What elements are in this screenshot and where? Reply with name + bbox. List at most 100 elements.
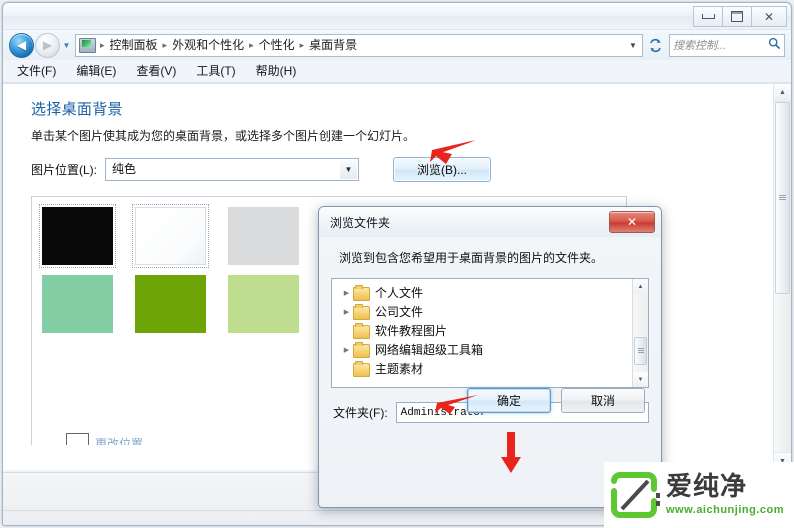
dialog-prompt: 浏览到包含您希望用于桌面背景的图片的文件夹。 <box>339 251 604 265</box>
folder-icon <box>353 360 370 377</box>
page-title: 选择桌面背景 <box>31 101 123 118</box>
search-box[interactable]: 搜索控制... <box>669 33 785 57</box>
folder-icon <box>353 341 370 358</box>
breadcrumb-item-1[interactable]: 外观和个性化 <box>169 36 247 54</box>
tree-item-theme-material[interactable]: ▶ 主题素材 <box>340 360 648 379</box>
tree-item-label: 公司文件 <box>375 305 424 319</box>
chevron-down-icon: ▼ <box>62 40 71 50</box>
dialog-titlebar: 浏览文件夹 ✕ <box>319 207 661 237</box>
select-all-checkbox[interactable] <box>66 433 89 445</box>
tree-item-label: 软件教程图片 <box>375 324 448 338</box>
swatch-olive-green[interactable] <box>135 275 206 333</box>
back-button[interactable]: ◀ <box>9 32 34 58</box>
folder-tree[interactable]: ▶ 个人文件 ▶ 公司文件 ▶ 软件教程图片 <box>331 278 649 388</box>
menu-tools[interactable]: 工具(T) <box>196 60 235 82</box>
breadcrumb-separator: ▸ <box>299 39 305 50</box>
minimize-button[interactable] <box>693 6 723 27</box>
breadcrumb-separator: ▸ <box>162 39 168 50</box>
close-icon: ✕ <box>763 9 775 24</box>
folder-icon <box>353 303 370 320</box>
maximize-button[interactable] <box>723 6 752 27</box>
dialog-body: 浏览到包含您希望用于桌面背景的图片的文件夹。 ▶ 个人文件 ▶ 公司文件 ▶ <box>319 239 661 423</box>
menu-edit[interactable]: 编辑(E) <box>76 60 116 82</box>
cancel-button[interactable]: 取消 <box>561 388 645 413</box>
menu-view[interactable]: 查看(V) <box>136 60 176 82</box>
watermark-brand: 爱纯净 <box>666 472 748 503</box>
watermark-text: 爱纯净 www.aichunjing.com <box>666 472 784 516</box>
dialog-title: 浏览文件夹 <box>330 216 391 230</box>
tree-scroll-down-button[interactable]: ▼ <box>633 372 648 387</box>
scroll-up-button[interactable]: ▲ <box>774 84 791 102</box>
tree-item-personal[interactable]: ▶ 个人文件 <box>340 284 648 303</box>
page-description: 单击某个图片使其成为您的桌面背景，或选择多个图片创建一个幻灯片。 <box>31 129 416 143</box>
watermark-logo-icon <box>608 471 660 519</box>
dialog-buttons: 确定 取消 <box>319 388 661 413</box>
navigation-bar: ◀ ▶ ▼ ▸ 控制面板 ▸ 外观和个性化 ▸ 个性化 ▸ 桌面背景 ▼ 搜索控… <box>3 30 791 60</box>
swatch-pale-green[interactable] <box>228 275 299 333</box>
control-panel-icon <box>79 37 96 53</box>
close-icon: ✕ <box>626 215 638 229</box>
close-button[interactable]: ✕ <box>752 6 787 27</box>
breadcrumb-item-3[interactable]: 桌面背景 <box>306 36 360 54</box>
browse-button[interactable]: 浏览(B)... <box>393 157 492 182</box>
search-icon <box>768 37 781 53</box>
menu-help[interactable]: 帮助(H) <box>256 60 297 82</box>
breadcrumb-item-0[interactable]: 控制面板 <box>107 36 161 54</box>
breadcrumb-item-2[interactable]: 个性化 <box>256 36 298 54</box>
minimize-icon <box>701 14 715 19</box>
history-dropdown-button[interactable]: ▼ <box>60 34 73 56</box>
change-location-link[interactable]: 更改位置 <box>95 435 143 446</box>
tree-item-label: 网络编辑超级工具箱 <box>375 343 484 357</box>
tree-scrollbar[interactable]: ▲ ▼ <box>632 279 648 387</box>
expand-arrow-icon[interactable]: ▶ <box>340 284 353 303</box>
address-dropdown-button[interactable]: ▼ <box>626 36 640 55</box>
tree-item-label: 个人文件 <box>375 286 424 300</box>
swatch-black[interactable] <box>39 204 116 268</box>
tree-item-company[interactable]: ▶ 公司文件 <box>340 303 648 322</box>
tree-item-label: 主题素材 <box>375 362 424 376</box>
window-controls: ✕ <box>693 6 787 27</box>
folder-icon <box>353 322 370 339</box>
maximize-icon <box>731 11 743 22</box>
window-titlebar: ✕ <box>3 3 791 30</box>
tree-scroll-up-button[interactable]: ▲ <box>633 279 648 294</box>
menu-file[interactable]: 文件(F) <box>17 60 56 82</box>
expand-arrow-placeholder: ▶ <box>340 360 353 379</box>
tree-item-web-toolbox[interactable]: ▶ 网络编辑超级工具箱 <box>340 341 648 360</box>
scrollbar-grip-icon <box>635 348 646 353</box>
chevron-down-icon: ▼ <box>629 40 637 50</box>
expand-arrow-icon[interactable]: ▶ <box>340 303 353 322</box>
menu-bar: 文件(F) 编辑(E) 查看(V) 工具(T) 帮助(H) <box>3 60 791 83</box>
folder-icon <box>353 284 370 301</box>
watermark-url: www.aichunjing.com <box>666 503 784 516</box>
expand-arrow-placeholder: ▶ <box>340 322 353 341</box>
watermark: 爱纯净 www.aichunjing.com <box>604 462 794 528</box>
ok-button[interactable]: 确定 <box>467 388 551 413</box>
search-input[interactable]: 搜索控制... <box>673 37 768 53</box>
change-location-row: 更改位置 <box>66 433 143 445</box>
swatch-light-gray[interactable] <box>228 207 299 265</box>
breadcrumb: ▸ 控制面板 ▸ 外观和个性化 ▸ 个性化 ▸ 桌面背景 <box>98 36 626 54</box>
picture-location-label: 图片位置(L): <box>31 163 98 177</box>
tree-scrollbar-thumb[interactable] <box>634 337 647 365</box>
forward-button[interactable]: ▶ <box>35 32 60 58</box>
address-bar[interactable]: ▸ 控制面板 ▸ 外观和个性化 ▸ 个性化 ▸ 桌面背景 ▼ <box>75 33 643 57</box>
tree-item-software-tutorial[interactable]: ▶ 软件教程图片 <box>340 322 648 341</box>
scrollbar-grip-icon <box>776 195 789 200</box>
scrollbar-thumb[interactable] <box>775 102 790 294</box>
chevron-down-icon: ▼ <box>340 160 358 179</box>
breadcrumb-separator: ▸ <box>100 39 105 50</box>
swatch-mint-green[interactable] <box>42 275 113 333</box>
content-scrollbar[interactable]: ▲ ▼ <box>773 84 791 470</box>
breadcrumb-separator: ▸ <box>249 39 254 50</box>
back-arrow-icon: ◀ <box>16 38 27 52</box>
picture-location-row: 图片位置(L): 纯色 ▼ 浏览(B)... <box>3 144 791 182</box>
picture-location-value: 纯色 <box>112 162 137 176</box>
expand-arrow-icon[interactable]: ▶ <box>340 341 353 360</box>
forward-arrow-icon: ▶ <box>42 38 53 52</box>
swatch-white[interactable] <box>132 204 209 268</box>
refresh-icon <box>649 38 661 52</box>
refresh-button[interactable] <box>644 35 666 56</box>
dialog-close-button[interactable]: ✕ <box>609 211 655 233</box>
picture-location-select[interactable]: 纯色 ▼ <box>105 158 360 181</box>
